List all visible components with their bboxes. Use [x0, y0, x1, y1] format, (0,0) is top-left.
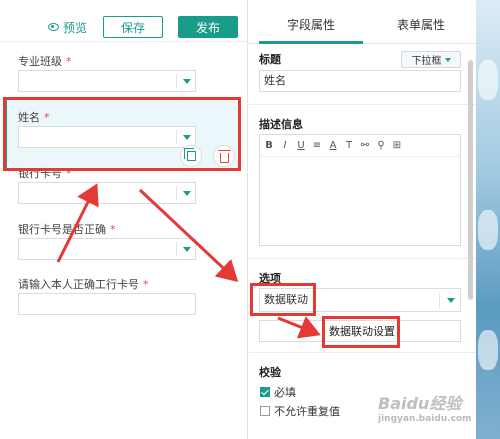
annotation-arrow	[277, 316, 321, 339]
watermark: Baidu经验 jingyan.baidu.com	[378, 390, 472, 424]
annotation-arrow	[56, 183, 99, 263]
annotation-arrows	[56, 183, 321, 339]
watermark-text: Baidu经验	[378, 394, 462, 413]
annotation-arrow	[138, 188, 239, 283]
watermark-subtext: jingyan.baidu.com	[378, 414, 472, 424]
